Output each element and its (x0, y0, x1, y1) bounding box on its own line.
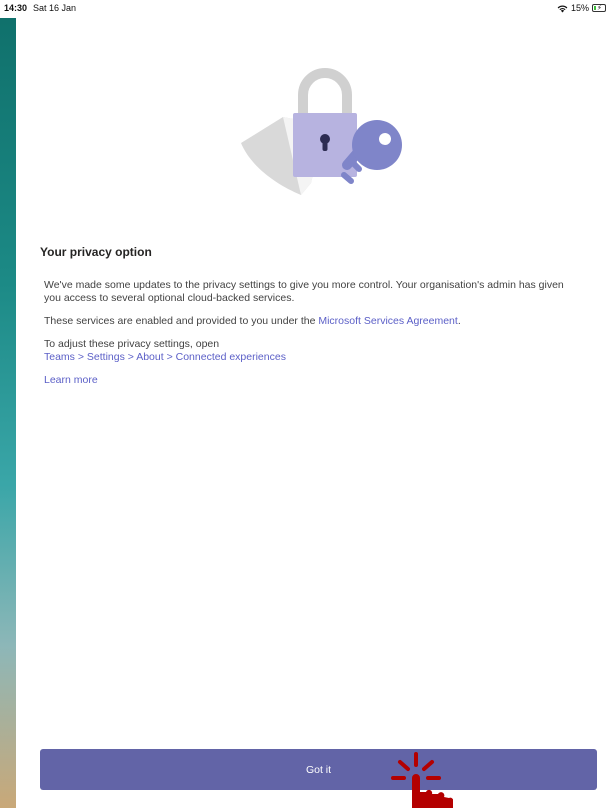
status-time: 14:30 (4, 3, 28, 13)
privacy-paragraph-agreement: These services are enabled and provided … (44, 315, 461, 327)
got-it-button[interactable]: Got it (40, 749, 597, 790)
battery-charging-icon: ⚡ (592, 4, 606, 12)
dialog-body: We've made some updates to the privacy s… (44, 279, 564, 397)
privacy-dialog: Your privacy option We've made some upda… (16, 18, 610, 808)
tap-hand-icon (391, 752, 453, 808)
privacy-paragraph-adjust: To adjust these privacy settings, open Te… (44, 338, 564, 364)
dialog-title: Your privacy option (40, 245, 152, 259)
connected-experiences-link[interactable]: Teams > Settings > About > Connected exp… (44, 351, 564, 364)
status-date: Sat 16 Jan (33, 3, 77, 13)
shield-lock-key-icon (241, 68, 402, 195)
status-bar: 14:30 Sat 16 Jan 15% ⚡ (0, 0, 610, 18)
learn-more-link[interactable]: Learn more (44, 374, 98, 386)
ipad-screen: 14:30 Sat 16 Jan 15% ⚡ Your privacy opti… (0, 0, 610, 808)
privacy-paragraph-updates: We've made some updates to the privacy s… (44, 279, 564, 304)
battery-percent: 15% (570, 3, 589, 13)
wifi-icon (557, 4, 568, 13)
microsoft-services-agreement-link[interactable]: Microsoft Services Agreement (318, 315, 457, 327)
